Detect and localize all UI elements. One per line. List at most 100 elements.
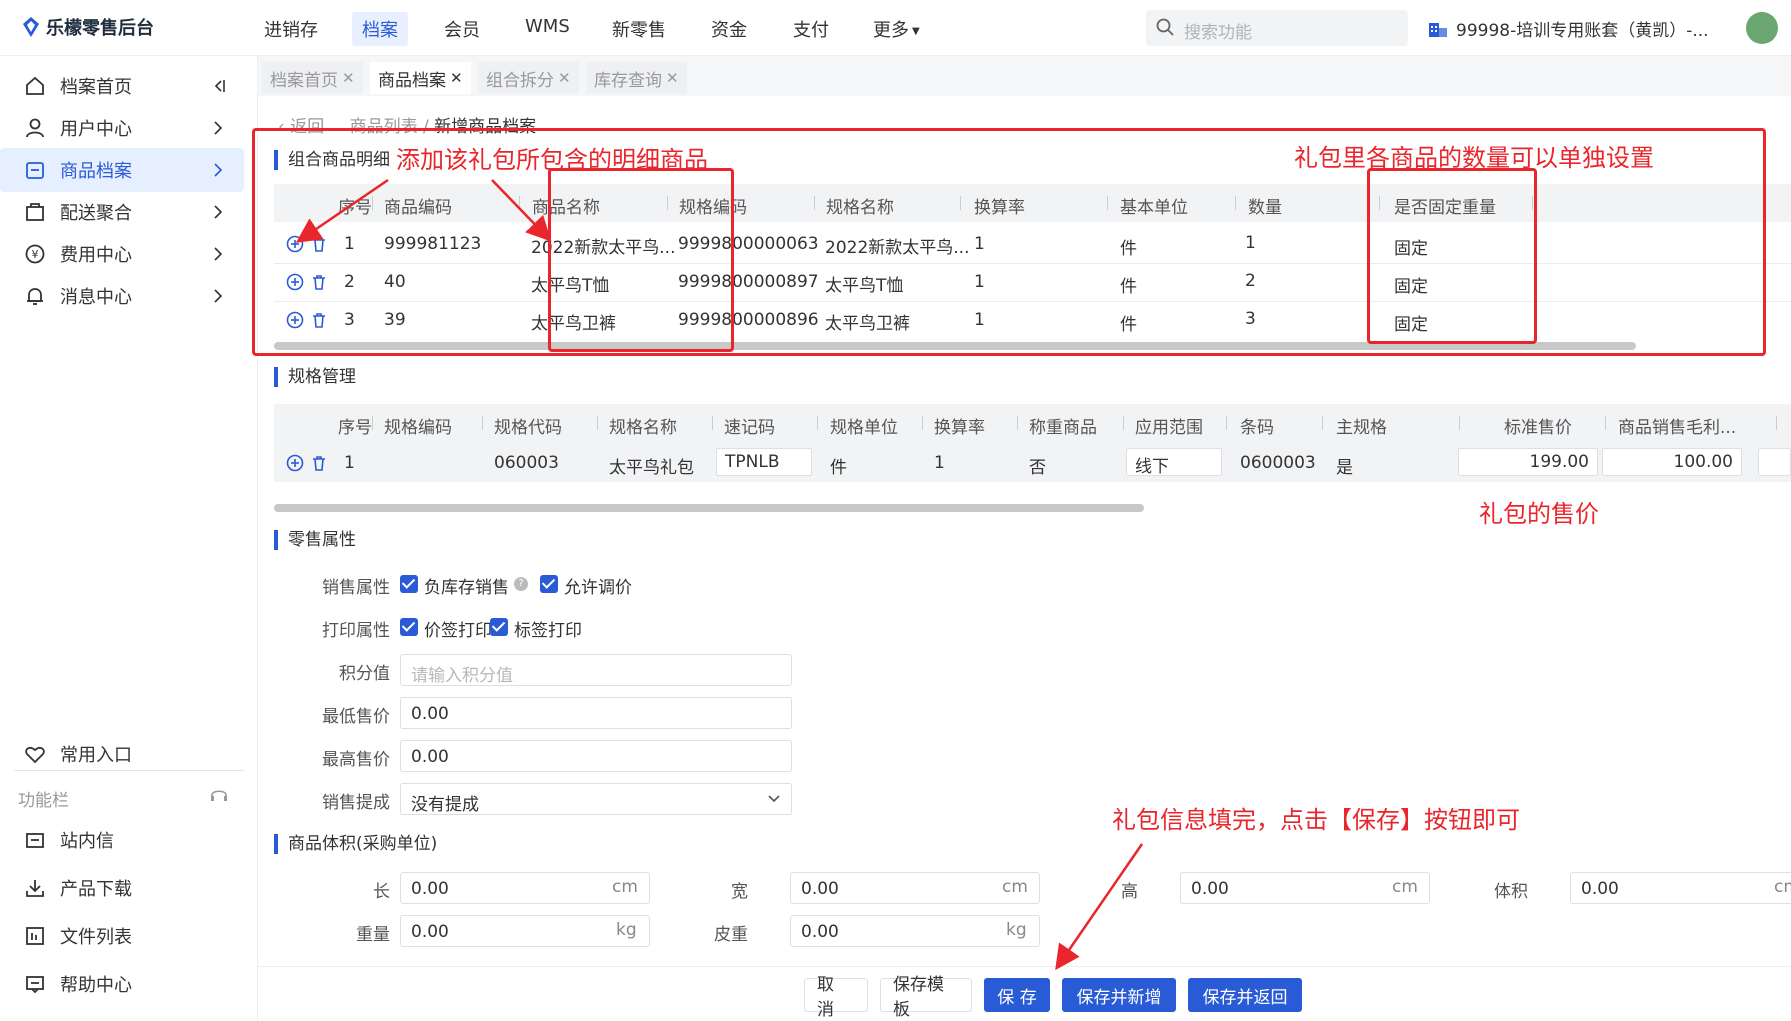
sidebar-item-expense[interactable]: ¥ 费用中心 bbox=[0, 232, 244, 276]
brand-logo[interactable]: 乐檬零售后台 bbox=[22, 14, 154, 40]
annotation-save: 礼包信息填完，点击【保存】按钮即可 bbox=[1112, 806, 1520, 834]
col-header: 换算率 bbox=[934, 418, 985, 438]
sidebar-item-user-center[interactable]: 用户中心 bbox=[0, 106, 244, 150]
horizontal-scrollbar[interactable] bbox=[274, 504, 1144, 512]
nav-item-member[interactable]: 会员 bbox=[444, 16, 480, 42]
negative-stock-checkbox[interactable] bbox=[400, 575, 418, 593]
top-bar: 乐檬零售后台 进销存 档案 会员 WMS 新零售 资金 支付 更多 ▼ 搜索功能 … bbox=[0, 0, 1791, 56]
save-and-back-button[interactable]: 保存并返回 bbox=[1188, 978, 1302, 1012]
max-price-label: 最高售价 bbox=[322, 750, 390, 770]
nav-item-inventory[interactable]: 进销存 bbox=[264, 16, 318, 42]
col-separator bbox=[1459, 416, 1460, 430]
yen-icon: ¥ bbox=[25, 244, 45, 264]
close-icon[interactable]: ✕ bbox=[342, 69, 355, 87]
col-header: 规格代码 bbox=[494, 418, 562, 438]
points-input[interactable]: 请输入积分值 bbox=[400, 654, 792, 686]
mail-icon bbox=[26, 833, 44, 848]
tab-stock-query[interactable]: 库存查询 ✕ bbox=[586, 62, 687, 94]
sidebar-item-label: 产品下载 bbox=[60, 879, 132, 900]
weight-value: 0.00 bbox=[411, 922, 449, 942]
sidebar-item-delivery[interactable]: 配送聚合 bbox=[0, 190, 244, 234]
search-box[interactable]: 搜索功能 bbox=[1146, 10, 1408, 46]
sidebar-item-label: 档案首页 bbox=[60, 77, 132, 98]
tab-label: 库存查询 bbox=[594, 70, 662, 91]
sidebar-item-inbox[interactable]: 站内信 bbox=[0, 818, 244, 862]
sidebar-item-product-archive[interactable]: 商品档案 bbox=[0, 148, 244, 192]
sidebar-item-file-list[interactable]: 文件列表 bbox=[0, 914, 244, 958]
tab-product-archive[interactable]: 商品档案 ✕ bbox=[370, 62, 471, 94]
file-list-icon bbox=[26, 927, 44, 945]
nav-item-more[interactable]: 更多 ▼ bbox=[873, 16, 920, 42]
scope-input[interactable]: 线下 bbox=[1126, 448, 1222, 477]
label-print-label: 标签打印 bbox=[514, 621, 582, 641]
tab-combo-split[interactable]: 组合拆分 ✕ bbox=[478, 62, 579, 94]
next-cell-input[interactable] bbox=[1758, 448, 1791, 476]
col-header: 规格编码 bbox=[384, 418, 452, 438]
save-button[interactable]: 保 存 bbox=[984, 978, 1050, 1012]
col-header: 规格名称 bbox=[609, 418, 677, 438]
sidebar-item-archive-home[interactable]: 档案首页 bbox=[0, 64, 244, 108]
account-switcher[interactable]: 99998-培训专用账套（黄凯）-... bbox=[1428, 16, 1709, 41]
weight-label: 重量 bbox=[356, 925, 390, 945]
volume-input[interactable]: 0.00 bbox=[1570, 872, 1791, 904]
col-header: 主规格 bbox=[1336, 418, 1387, 438]
sidebar-item-help[interactable]: 帮助中心 bbox=[0, 962, 244, 1006]
col-separator bbox=[1226, 416, 1227, 430]
tab-archive-home[interactable]: 档案首页 ✕ bbox=[262, 62, 363, 94]
download-icon bbox=[26, 880, 44, 897]
cell: 是 bbox=[1336, 458, 1353, 478]
headset-icon[interactable] bbox=[208, 784, 230, 806]
commission-select[interactable]: 没有提成 bbox=[400, 783, 792, 815]
weight-input[interactable]: 0.00 bbox=[400, 915, 650, 947]
col-separator bbox=[597, 416, 598, 430]
gross-margin-input[interactable]: 100.00 bbox=[1602, 448, 1742, 476]
chevron-down-icon bbox=[768, 795, 780, 803]
add-row-icon[interactable] bbox=[286, 454, 304, 472]
height-label: 高 bbox=[1121, 882, 1138, 902]
nav-item-archive[interactable]: 档案 bbox=[352, 12, 408, 46]
user-icon bbox=[26, 118, 44, 138]
standard-price-input[interactable]: 199.00 bbox=[1458, 448, 1598, 476]
col-separator bbox=[1123, 416, 1124, 430]
shortcode-input[interactable]: TPNLB bbox=[716, 448, 812, 476]
close-icon[interactable]: ✕ bbox=[666, 69, 679, 87]
length-label: 长 bbox=[373, 882, 390, 902]
retail-section-title: 零售属性 bbox=[274, 530, 356, 550]
delivery-icon bbox=[26, 203, 44, 221]
help-icon bbox=[26, 976, 44, 994]
sidebar-item-label: 帮助中心 bbox=[60, 975, 132, 996]
annotation-box-quantity bbox=[1367, 168, 1537, 344]
company-icon bbox=[1429, 22, 1447, 37]
min-price-input[interactable]: 0.00 bbox=[400, 697, 792, 729]
delete-row-icon[interactable] bbox=[310, 454, 328, 472]
save-and-new-button[interactable]: 保存并新增 bbox=[1062, 978, 1176, 1012]
nav-item-new-retail[interactable]: 新零售 bbox=[612, 16, 666, 42]
col-header: 序号 bbox=[338, 418, 372, 438]
price-tag-print-checkbox[interactable] bbox=[400, 618, 418, 636]
negative-stock-label: 负库存销售 bbox=[424, 578, 509, 598]
nav-item-funds[interactable]: 资金 bbox=[711, 16, 747, 42]
nav-more-label: 更多 bbox=[873, 20, 909, 41]
col-header: 条码 bbox=[1240, 418, 1274, 438]
nav-item-wms[interactable]: WMS bbox=[525, 16, 570, 37]
tare-input[interactable]: 0.00 bbox=[790, 915, 1040, 947]
cell: 太平鸟礼包 bbox=[609, 458, 694, 478]
allow-price-adjust-checkbox[interactable] bbox=[540, 575, 558, 593]
label-print-checkbox[interactable] bbox=[490, 618, 508, 636]
sidebar-item-download[interactable]: 产品下载 bbox=[0, 866, 244, 910]
cancel-button[interactable]: 取 消 bbox=[804, 975, 868, 1020]
sidebar-item-message[interactable]: 消息中心 bbox=[0, 274, 244, 318]
annotation-box-product-name bbox=[548, 168, 734, 352]
avatar[interactable] bbox=[1746, 12, 1778, 44]
collapse-icon[interactable] bbox=[208, 76, 228, 96]
home-icon bbox=[26, 76, 44, 95]
close-icon[interactable]: ✕ bbox=[558, 69, 571, 87]
close-icon[interactable]: ✕ bbox=[450, 69, 463, 87]
svg-text:¥: ¥ bbox=[32, 248, 39, 261]
height-unit: cm bbox=[1392, 877, 1418, 897]
save-template-button[interactable]: 保存模板 bbox=[880, 975, 972, 1020]
chevron-right-icon bbox=[214, 247, 223, 261]
nav-item-payment[interactable]: 支付 bbox=[793, 16, 829, 42]
max-price-input[interactable]: 0.00 bbox=[400, 740, 792, 772]
tab-bar: 档案首页 ✕ 商品档案 ✕ 组合拆分 ✕ 库存查询 ✕ bbox=[258, 56, 1791, 96]
